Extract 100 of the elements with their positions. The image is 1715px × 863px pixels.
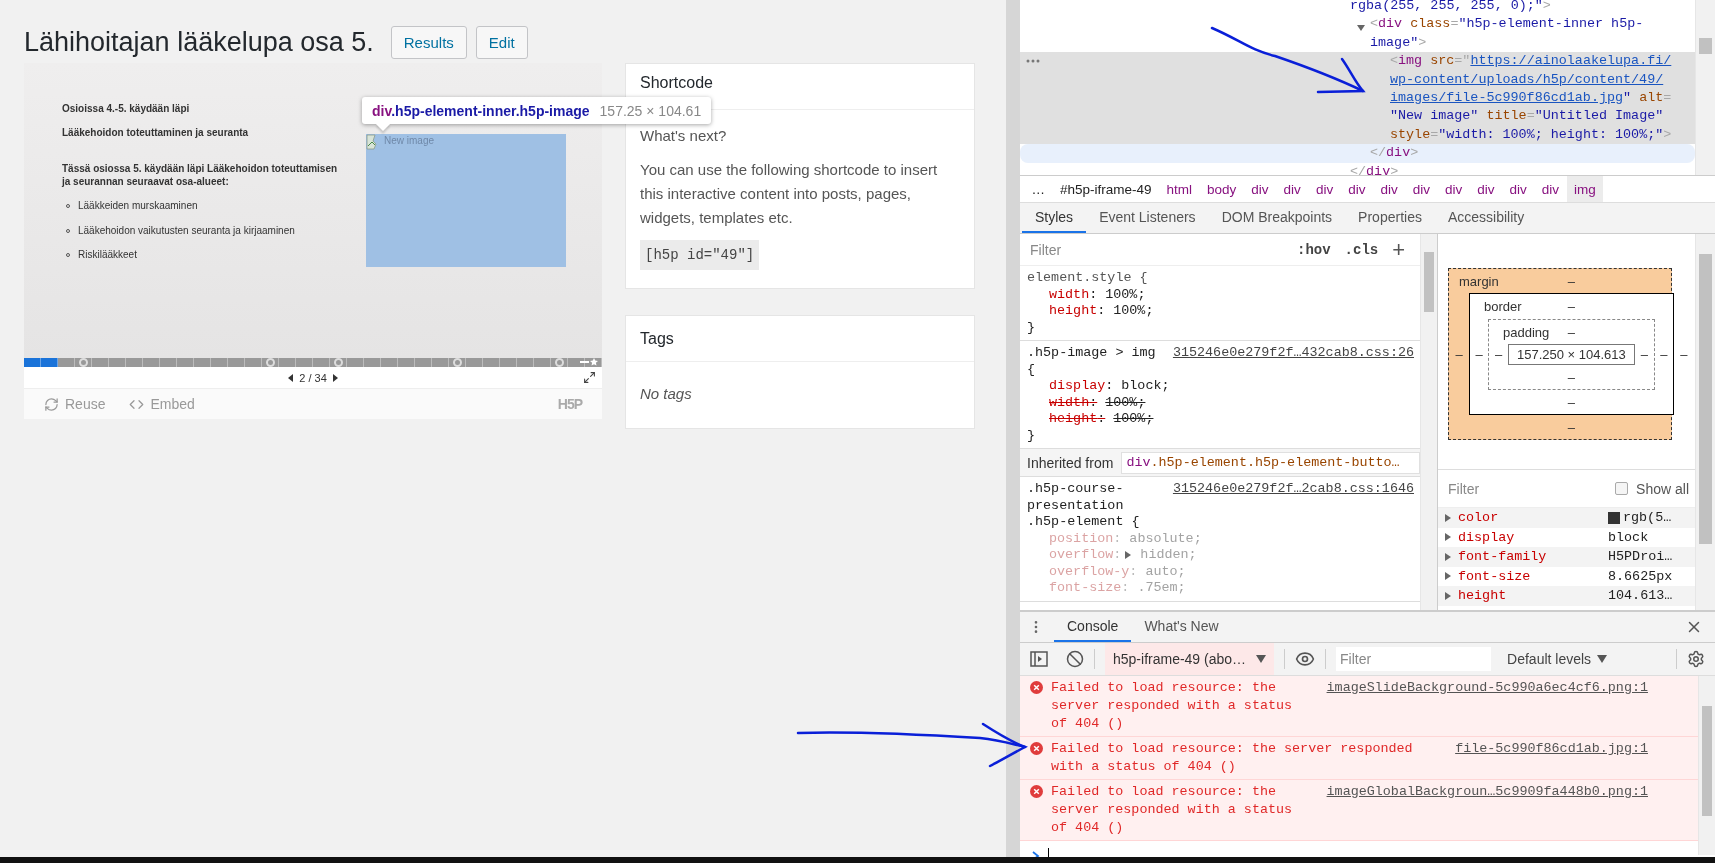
new-rule-button[interactable]: + [1392,238,1406,261]
panel-tab[interactable]: Styles [1022,203,1087,233]
breadcrumb-item[interactable]: div [1405,176,1438,202]
show-all-checkbox[interactable]: Show all [1615,480,1689,497]
dom-code-line[interactable]: rgba(255, 255, 255, 0);"> [1350,0,1551,13]
css-value[interactable]: 100%; [1105,286,1146,303]
breadcrumb-item[interactable]: img [1566,176,1604,202]
more-icon[interactable] [1026,59,1040,64]
previous-slide-icon[interactable] [288,373,294,382]
slide-list-item: Lääkehoidon vaikutusten seuranta ja kirjaaminen [78,224,295,237]
css-property[interactable]: display: [1049,378,1114,395]
breadcrumb-item[interactable]: div [1469,176,1502,202]
inherited-label: Inherited from [1027,454,1114,471]
scrollbar[interactable] [1695,0,1715,175]
breadcrumb-item[interactable]: div [1308,176,1341,202]
computed-property-name: display [1458,529,1516,545]
header-button[interactable]: Results [390,25,467,59]
panel-tab[interactable]: DOM Breakpoints [1208,203,1346,233]
css-value[interactable]: 100%; [1105,394,1146,411]
slide-heading: Lääkehoidon toteuttaminen ja seuranta [62,127,250,139]
header-button[interactable]: Edit [475,25,528,59]
drawer-tab[interactable]: What's New [1131,612,1232,642]
expand-arrow-icon[interactable] [1124,551,1133,560]
refresh-icon [44,396,59,412]
css-property[interactable]: height: [1049,303,1106,320]
expand-arrow-icon[interactable] [1444,552,1452,561]
breadcrumb-item[interactable]: body [1199,176,1244,202]
breadcrumb-item[interactable]: html [1159,176,1200,202]
breadcrumb-item[interactable]: div [1276,176,1309,202]
computed-property-row[interactable]: height 104.613… [1438,586,1695,606]
error-icon [1030,681,1043,694]
box-value: – [1567,324,1575,340]
expand-arrow-icon[interactable] [1444,591,1452,600]
panel-tab[interactable]: Event Listeners [1086,203,1209,233]
computed-property-row[interactable]: font-family H5PDroi… [1438,547,1695,567]
css-property[interactable]: width: [1049,286,1098,303]
css-value[interactable]: 100%; [1113,303,1154,320]
content-size: 157.250 × 104.613 [1508,344,1635,365]
expand-arrow-icon[interactable] [1357,24,1365,33]
box-label: border [1484,299,1522,314]
scrollbar[interactable] [1695,234,1715,610]
box-value: – [1475,347,1483,362]
inherited-element-link[interactable]: div.h5p-element.h5p-element-butto… [1121,451,1420,474]
css-selector: .h5p-course-presentation .h5p-element { [1027,481,1141,531]
error-source-link[interactable]: file-5c990f86cd1ab.jpg:1 [1455,740,1648,758]
computed-property-row[interactable]: color rgb(5… [1438,508,1695,528]
breadcrumb-item[interactable]: div [1501,176,1535,202]
class-toggle[interactable]: .cls [1344,241,1379,258]
box-label: margin [1459,273,1499,289]
stylesheet-link[interactable]: 315246e0e279f2f…432cab8.css:26 [1172,345,1414,362]
panel-tab[interactable]: Properties [1345,203,1435,233]
breadcrumb-item[interactable]: div [1243,176,1277,202]
breadcrumb-item[interactable]: … [1024,176,1053,202]
box-value: – [1567,419,1575,435]
dom-code-line[interactable]: image"> [1370,34,1427,50]
css-property[interactable]: height: [1049,411,1106,428]
slide-paragraph: Tässä osiossa 5. käydään läpi Lääkehoidon toteuttamisen ja seurannan seuraavat osa-alueet: [62,162,339,188]
context-dropdown[interactable]: h5p-iframe-49 (abo… [1105,643,1275,675]
slide-list-item: Lääkkeiden murskaaminen [78,200,198,212]
expand-arrow-icon[interactable] [1444,533,1452,542]
css-selector: element.style { [1027,270,1149,287]
hover-state-toggle[interactable]: :hov [1297,241,1331,258]
breadcrumb-item[interactable]: div [1534,176,1567,202]
error-message-text: Failed to load resource: the server responded with a status of 404 () [1051,783,1294,837]
settings-icon[interactable] [1687,650,1705,668]
css-value[interactable]: 100%; [1113,411,1154,428]
computed-filter-field[interactable]: Filter [1444,476,1564,501]
box-value: – [1567,273,1575,289]
breadcrumb-item[interactable]: div [1340,176,1373,202]
eye-icon[interactable] [1295,649,1316,669]
computed-property-value: H5PDroi… [1608,549,1673,565]
panel-tab[interactable]: Accessibility [1434,203,1538,233]
css-property[interactable]: width: [1049,394,1098,411]
expand-arrow-icon[interactable] [1444,513,1452,522]
error-source-link[interactable]: imageSlideBackground-5c990a6ec4cf6.png:1 [1326,679,1648,697]
expand-arrow-icon[interactable] [1444,572,1452,581]
next-slide-icon[interactable] [332,373,338,382]
console-filter-field[interactable]: Filter [1336,647,1492,671]
css-value[interactable]: block; [1121,378,1170,395]
scrollbar[interactable] [1698,676,1715,855]
dom-code-line[interactable]: <div class="h5p-element-inner h5p- [1370,16,1644,32]
dom-code-line[interactable]: </div> [1350,163,1399,175]
breadcrumb-item[interactable]: div [1372,176,1406,202]
computed-property-name: font-size [1458,568,1532,584]
sidebar-toggle-icon[interactable] [1030,651,1048,667]
levels-dropdown[interactable]: Default levels [1501,650,1614,668]
clear-console-icon[interactable] [1066,650,1084,668]
element-selector: div.h5p-element-inner.h5p-image [372,102,590,119]
fullscreen-icon[interactable] [583,371,596,384]
box-value: – [1660,347,1668,362]
css-brace: } [1027,427,1037,444]
error-source-link[interactable]: imageGlobalBackgroun…5c9909fa448b0.png:1 [1326,783,1648,801]
breadcrumb-item[interactable]: div [1437,176,1470,202]
scrollbar[interactable] [1420,234,1437,610]
breadcrumb-item[interactable]: #h5p-iframe-49 [1052,176,1160,202]
box-value: – [1567,299,1575,314]
page-title: Lähihoitajan lääkelupa osa 5. [24,26,374,58]
summary-star-icon[interactable] [580,358,598,366]
stylesheet-link[interactable]: 315246e0e279f2f…2cab8.css:1646 [1172,481,1414,498]
dom-code-line[interactable]: </div> [1370,145,1419,161]
